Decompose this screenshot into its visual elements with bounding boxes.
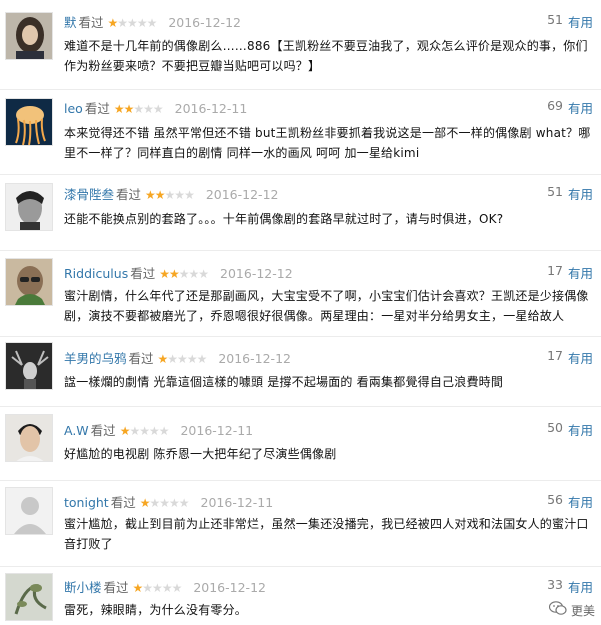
vote-count: 50: [547, 420, 563, 435]
avatar[interactable]: [5, 573, 53, 621]
rating-stars: ★★★★★: [139, 496, 190, 510]
review-item: A.W 看过 ★★★★★ 2016-12-11 50 有用 好尴尬的电视剧 陈乔恩一大…: [0, 407, 601, 481]
avatar[interactable]: [5, 342, 53, 390]
review-text: 雷死，辣眼睛，为什么没有零分。: [64, 603, 248, 617]
username-link[interactable]: 漆骨陛叁: [64, 187, 114, 202]
avatar[interactable]: [5, 98, 53, 146]
rating-stars: ★★★★★: [132, 581, 183, 595]
useful-button[interactable]: 有用: [568, 12, 593, 31]
review-text: 蜜汁剧情，什么年代了还是那副画风，大宝宝受不了啊，小宝宝们估计会喜欢？王凯还是少…: [64, 289, 589, 323]
review-meta: leo 看过 ★★★★★ 2016-12-11: [64, 98, 247, 118]
vote-count: 51: [547, 12, 563, 27]
review-item: 漆骨陛叁 看过 ★★★★★ 2016-12-12 51 有用 还能不能换点别的套路了。…: [0, 175, 601, 251]
seen-label: 看过: [130, 266, 156, 281]
useful-button[interactable]: 有用: [568, 348, 593, 367]
avatar[interactable]: [5, 414, 53, 462]
review-meta: 漆骨陛叁 看过 ★★★★★ 2016-12-12: [64, 184, 278, 204]
rating-stars: ★★★★★: [113, 102, 164, 116]
review-date: 2016-12-12: [220, 266, 293, 281]
rating-stars: ★★★★★: [159, 267, 209, 281]
useful-button[interactable]: 有用: [568, 98, 593, 117]
review-item: tonight 看过 ★★★★★ 2016-12-11 56 有用 蜜汁尴尬，截止到目…: [0, 481, 601, 567]
vote-count: 17: [547, 348, 563, 363]
seen-label: 看过: [110, 495, 136, 510]
watermark: 更美: [548, 601, 595, 619]
review-meta: 默看过 ★★★★★ 2016-12-12: [64, 12, 241, 32]
rating-stars: ★★★★★: [119, 424, 170, 438]
review-meta: 断小楼 看过 ★★★★★ 2016-12-12: [64, 577, 266, 597]
avatar[interactable]: [5, 12, 53, 60]
seen-label: 看过: [116, 187, 142, 202]
review-text: 难道不是十几年前的偶像剧么……886【王凯粉丝不要豆油我了，观众怎么评价是观众的…: [64, 39, 588, 73]
avatar[interactable]: [5, 487, 53, 535]
seen-label: 看过: [78, 15, 104, 30]
username-link[interactable]: leo: [64, 101, 83, 116]
username-link[interactable]: 羊男的乌鸦: [64, 351, 127, 366]
useful-button[interactable]: 有用: [568, 184, 593, 203]
review-text: 諡一樣爛的劇情 光靠這個這樣的噱頭 是撐不起場面的 看兩集都覺得自己浪費時間: [64, 375, 504, 389]
review-item: leo 看过 ★★★★★ 2016-12-11 69 有用 本来觉得还不错 虽然平常但…: [0, 90, 601, 175]
useful-button[interactable]: 有用: [568, 577, 593, 596]
seen-label: 看过: [128, 351, 154, 366]
vote-count: 51: [547, 184, 563, 199]
review-text: 好尴尬的电视剧 陈乔恩一大把年纪了尽演些偶像剧: [64, 447, 337, 461]
rating-stars: ★★★★★: [107, 16, 158, 30]
review-meta: tonight 看过 ★★★★★ 2016-12-11: [64, 492, 273, 512]
rating-stars: ★★★★★: [145, 188, 195, 202]
review-meta: Riddiculus 看过 ★★★★★ 2016-12-12: [64, 263, 293, 283]
vote-count: 17: [547, 263, 563, 278]
seen-label: 看过: [84, 101, 110, 116]
watermark-label: 更美: [570, 603, 595, 618]
username-link[interactable]: 默: [64, 15, 77, 30]
review-date: 2016-12-11: [200, 495, 274, 510]
review-text: 本来觉得还不错 虽然平常但还不错 but王凯粉丝非要抓着我说这是一部不一样的偶像…: [64, 126, 591, 160]
review-meta: A.W 看过 ★★★★★ 2016-12-11: [64, 420, 253, 440]
wechat-icon: [548, 601, 567, 619]
review-date: 2016-12-11: [174, 101, 248, 116]
review-date: 2016-12-12: [218, 351, 291, 366]
vote-count: 33: [547, 577, 563, 592]
seen-label: 看过: [103, 580, 129, 595]
useful-button[interactable]: 有用: [568, 492, 593, 511]
review-item: 默看过 ★★★★★ 2016-12-12 51 有用 难道不是十几年前的偶像剧么………: [0, 0, 601, 90]
review-date: 2016-12-11: [180, 423, 254, 438]
review-date: 2016-12-12: [205, 187, 279, 202]
avatar[interactable]: [5, 183, 53, 231]
username-link[interactable]: Riddiculus: [64, 266, 128, 281]
review-meta: 羊男的乌鸦 看过 ★★★★★ 2016-12-12: [64, 348, 291, 368]
vote-count: 69: [547, 98, 563, 113]
username-link[interactable]: A.W: [64, 423, 89, 438]
review-item: 羊男的乌鸦 看过 ★★★★★ 2016-12-12 17 有用 諡一樣爛的劇情 光靠這…: [0, 337, 601, 407]
useful-button[interactable]: 有用: [568, 420, 593, 439]
vote-count: 56: [547, 492, 563, 507]
avatar[interactable]: [5, 258, 53, 306]
review-text: 还能不能换点别的套路了。。。十年前偶像剧的套路早就过时了，请与时俱进，OK?: [64, 212, 504, 226]
username-link[interactable]: 断小楼: [64, 580, 102, 595]
review-date: 2016-12-12: [168, 15, 241, 30]
rating-stars: ★★★★★: [157, 352, 208, 366]
useful-button[interactable]: 有用: [568, 263, 593, 282]
review-date: 2016-12-12: [193, 580, 266, 595]
seen-label: 看过: [90, 423, 116, 438]
review-text: 蜜汁尴尬，截止到目前为止还非常烂，虽然一集还没播完，我已经被四人对戏和法国女人的…: [64, 517, 589, 551]
review-item: Riddiculus 看过 ★★★★★ 2016-12-12 17 有用 蜜汁剧情，什…: [0, 251, 601, 337]
username-link[interactable]: tonight: [64, 495, 109, 510]
review-item: 断小楼 看过 ★★★★★ 2016-12-12 33 有用 雷死，辣眼睛，为什么没有零…: [0, 567, 601, 625]
